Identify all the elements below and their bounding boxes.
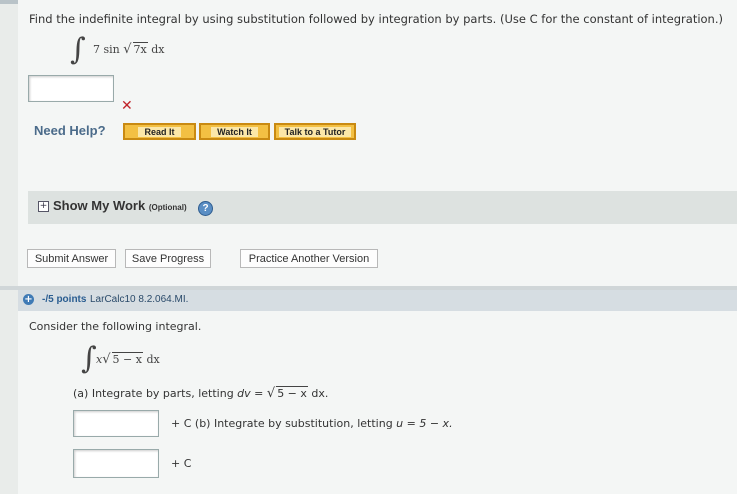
expand-circle-icon[interactable]: + (23, 294, 34, 305)
help-question-icon[interactable]: ? (198, 201, 213, 216)
show-my-work-bar[interactable]: + Show My Work (Optional) (28, 191, 737, 224)
part-b-plus-c: + C (171, 457, 192, 470)
part-a-answer-input[interactable] (73, 410, 159, 437)
part-a-text: (a) Integrate by parts, letting dv = √ 5 … (73, 386, 329, 401)
need-help-label: Need Help? (34, 123, 106, 138)
integral-sign: ∫ (81, 341, 97, 376)
points-label: -/5 points (42, 294, 87, 305)
talk-to-tutor-button[interactable]: Talk to a Tutor (274, 123, 356, 140)
integral-sign: ∫ (70, 32, 86, 67)
integrand: x√ 5 − x dx (96, 352, 160, 367)
read-it-button[interactable]: Read It (123, 123, 196, 140)
practice-another-version-button[interactable]: Practice Another Version (240, 249, 378, 268)
question-1-prompt: Find the indefinite integral by using su… (29, 12, 723, 26)
part-a-plus-c-and-part-b: + C (b) Integrate by substitution, letti… (171, 417, 453, 430)
question-2-intro: Consider the following integral. (29, 320, 202, 333)
integrand: 7 sin √ 7x dx (93, 42, 165, 57)
question-2-header: + -/5 points LarCalc10 8.2.064.MI. (18, 290, 737, 311)
part-b-answer-input[interactable] (73, 449, 159, 478)
question-code: LarCalc10 8.2.064.MI. (90, 294, 189, 305)
save-progress-button[interactable]: Save Progress (125, 249, 211, 268)
submit-answer-button[interactable]: Submit Answer (27, 249, 116, 268)
incorrect-x-icon: ✕ (121, 98, 133, 114)
question-1-answer-input[interactable] (28, 75, 114, 102)
watch-it-button[interactable]: Watch It (199, 123, 270, 140)
expand-plus-icon[interactable]: + (38, 201, 49, 212)
show-my-work-label: Show My Work (Optional) (53, 198, 187, 213)
